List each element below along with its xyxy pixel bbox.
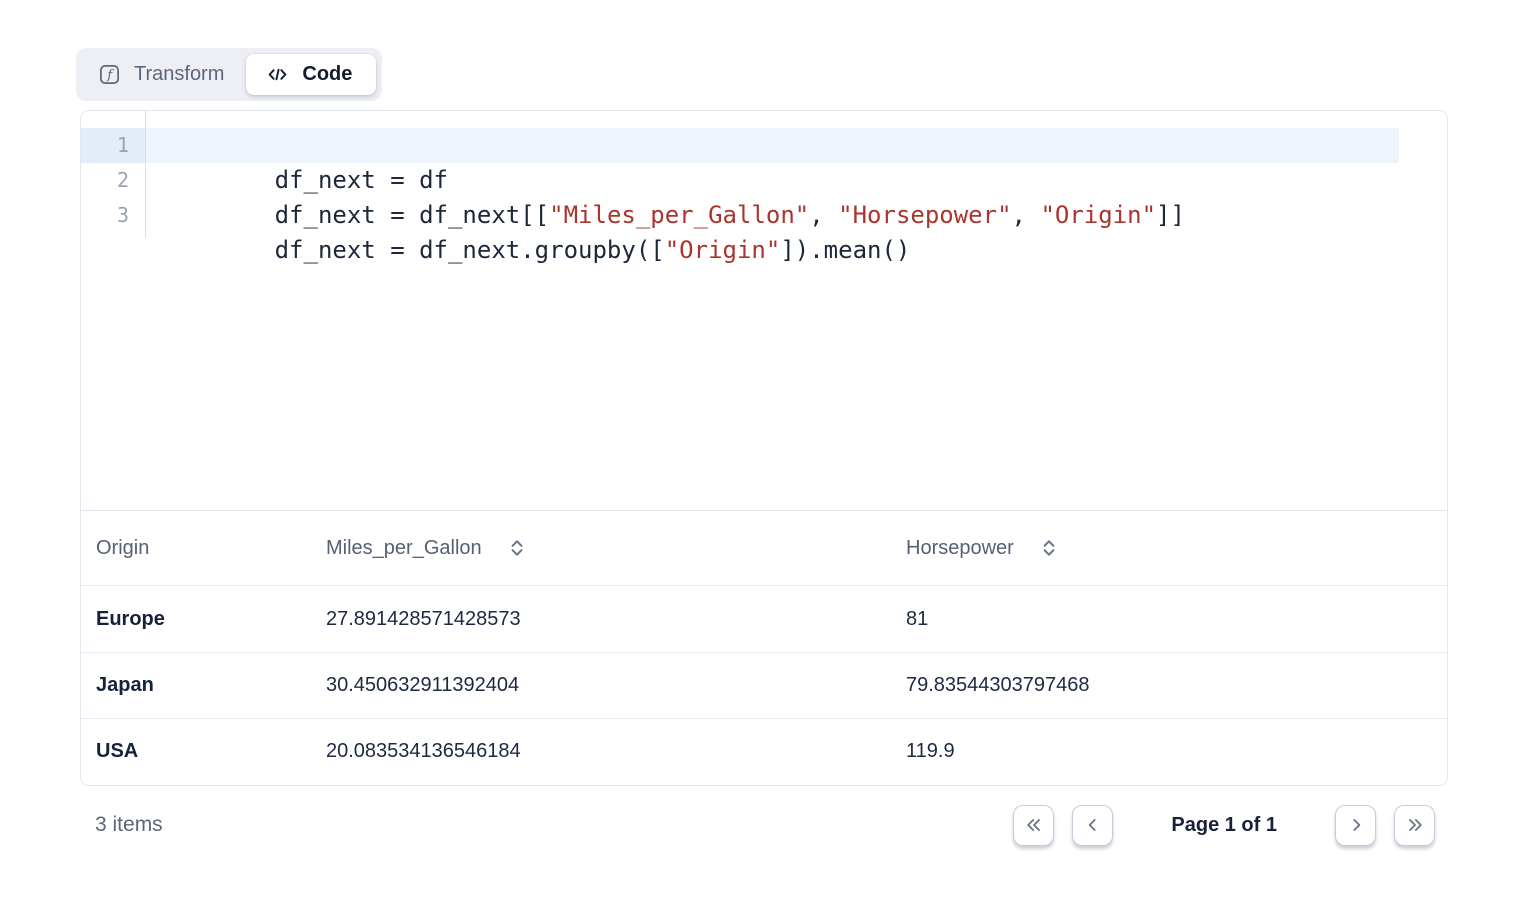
table-header-row: Origin Miles_per_Gallon Horsepower <box>81 511 1447 586</box>
code-token: df_next = df_next.groupby([ <box>275 236 665 264</box>
last-page-button[interactable] <box>1394 805 1435 846</box>
tab-code-label: Code <box>302 63 352 86</box>
code-token: , <box>809 201 838 229</box>
column-header-label: Origin <box>96 537 149 560</box>
line-number-3: 3 <box>81 198 145 233</box>
cell-miles-per-gallon: 20.083534136546184 <box>326 740 906 763</box>
page-indicator: Page 1 of 1 <box>1171 814 1277 837</box>
editor-gutter: 1 2 3 <box>81 111 146 238</box>
cell-horsepower: 119.9 <box>906 740 1447 763</box>
column-header-label: Horsepower <box>906 537 1014 560</box>
tab-transform-label: Transform <box>134 63 224 86</box>
cell-horsepower: 79.83544303797468 <box>906 674 1447 697</box>
string-token: "Origin" <box>1040 201 1156 229</box>
string-token: "Horsepower" <box>838 201 1011 229</box>
code-icon <box>266 63 289 86</box>
table-row: USA 20.083534136546184 119.9 <box>81 718 1447 784</box>
previous-page-button[interactable] <box>1072 805 1113 846</box>
pagination: Page 1 of 1 <box>1013 805 1435 846</box>
cell-origin: USA <box>81 740 326 763</box>
line-number-2: 2 <box>81 163 145 198</box>
code-line-1[interactable]: df_next = df <box>146 128 1399 163</box>
first-page-button[interactable] <box>1013 805 1054 846</box>
cell-origin: Europe <box>81 608 326 631</box>
function-icon: f <box>98 63 121 86</box>
cell-miles-per-gallon: 30.450632911392404 <box>326 674 906 697</box>
cell-miles-per-gallon: 27.891428571428573 <box>326 608 906 631</box>
table-footer: 3 items Page 1 of 1 <box>80 801 1448 849</box>
code-token: ]] <box>1156 201 1185 229</box>
code-and-preview-panel: 1 2 3 df_next = df df_next = df_next[["M… <box>80 110 1448 786</box>
result-table: Origin Miles_per_Gallon Horsepower <box>81 511 1447 784</box>
double-chevron-right-icon <box>1405 815 1425 835</box>
editor-content[interactable]: df_next = df df_next = df_next[["Miles_p… <box>146 111 1447 233</box>
string-token: "Miles_per_Gallon" <box>549 201 809 229</box>
next-page-button[interactable] <box>1335 805 1376 846</box>
code-token: df_next = df_next[[ <box>275 201 550 229</box>
code-editor[interactable]: 1 2 3 df_next = df df_next = df_next[["M… <box>81 111 1447 511</box>
column-header-origin: Origin <box>81 537 326 560</box>
sort-icon[interactable] <box>508 538 526 558</box>
chevron-left-icon <box>1083 815 1103 835</box>
svg-text:f: f <box>106 68 114 83</box>
string-token: "Origin" <box>665 236 781 264</box>
tab-transform[interactable]: f Transform <box>82 54 246 95</box>
column-header-label: Miles_per_Gallon <box>326 537 482 560</box>
column-header-miles-per-gallon[interactable]: Miles_per_Gallon <box>326 537 906 560</box>
double-chevron-left-icon <box>1024 815 1044 835</box>
cell-origin: Japan <box>81 674 326 697</box>
tab-code[interactable]: Code <box>246 54 376 95</box>
items-count: 3 items <box>95 813 163 837</box>
cell-horsepower: 81 <box>906 608 1447 631</box>
code-token: ]).mean() <box>780 236 910 264</box>
line-number-1: 1 <box>81 128 145 163</box>
view-mode-tabbar: f Transform Code <box>76 48 382 101</box>
table-row: Europe 27.891428571428573 81 <box>81 586 1447 652</box>
column-header-horsepower[interactable]: Horsepower <box>906 537 1447 560</box>
table-row: Japan 30.450632911392404 79.835443037974… <box>81 652 1447 718</box>
code-token: df_next = df <box>275 166 448 194</box>
chevron-right-icon <box>1346 815 1366 835</box>
sort-icon[interactable] <box>1040 538 1058 558</box>
code-token: , <box>1012 201 1041 229</box>
